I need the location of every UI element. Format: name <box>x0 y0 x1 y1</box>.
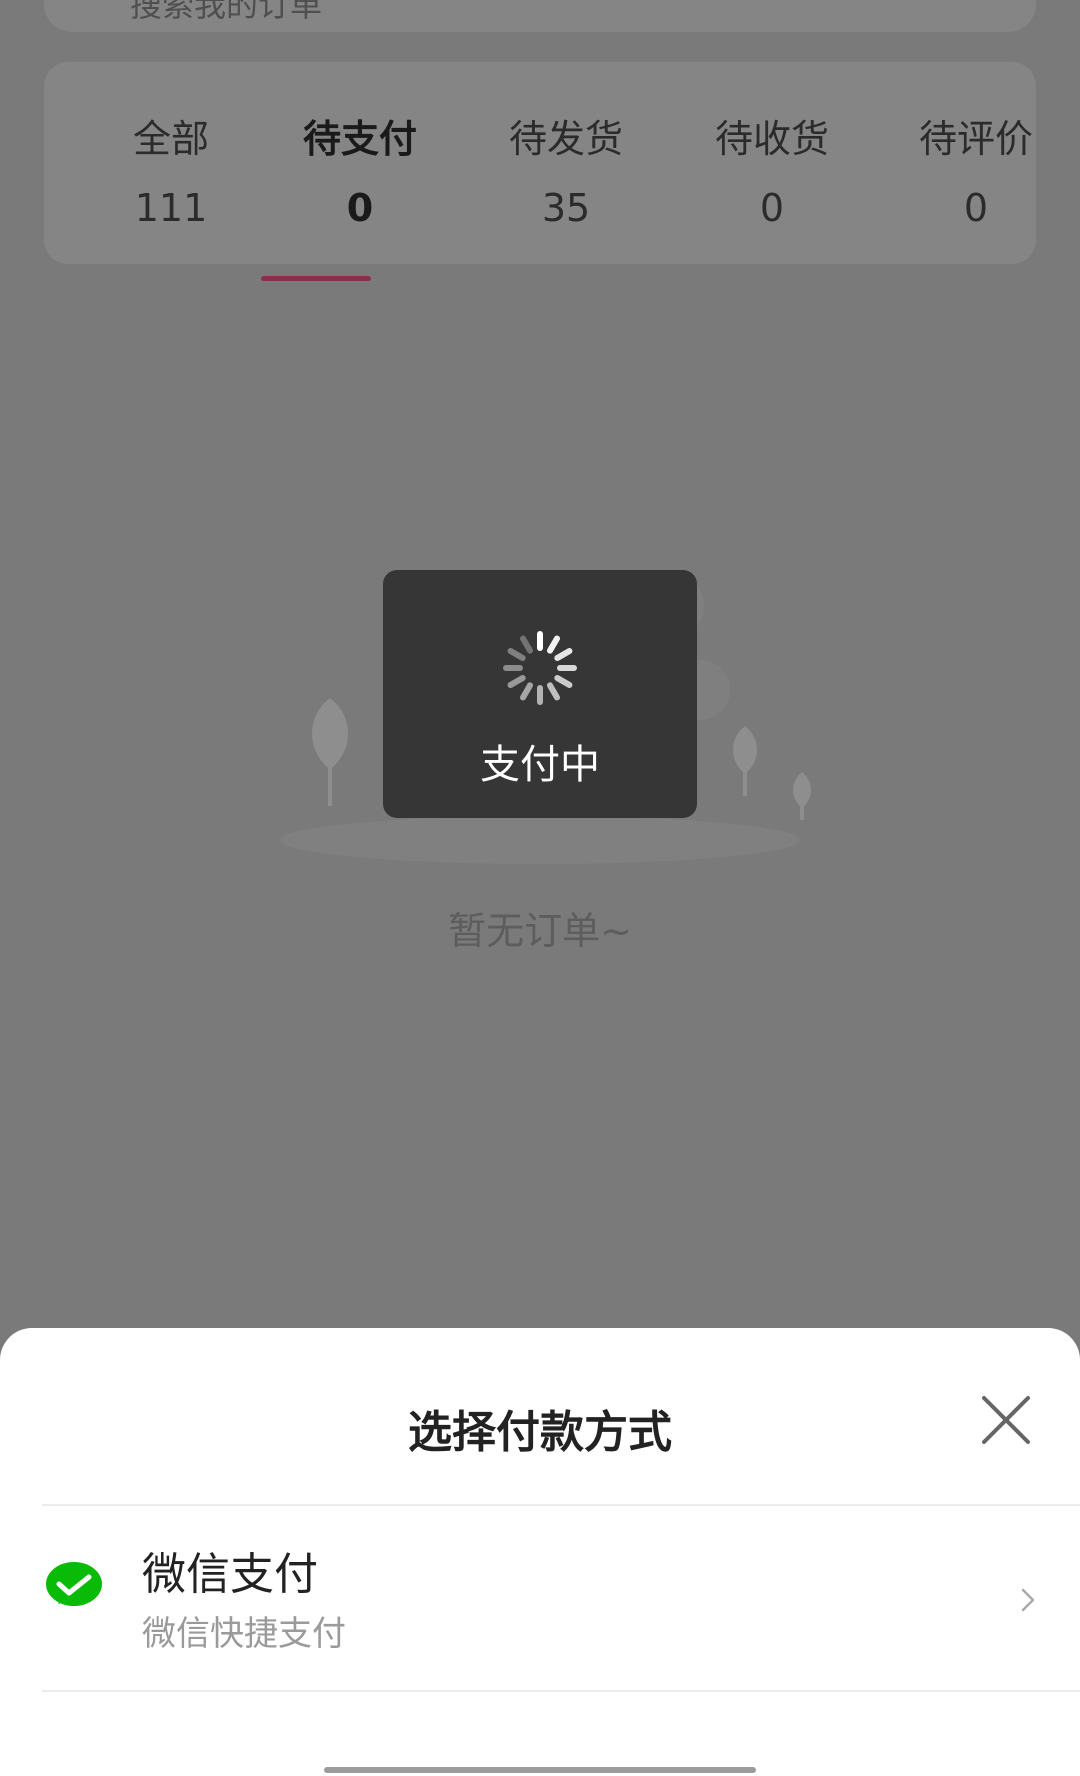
tab-pending-review[interactable]: 待评价 0 <box>886 62 1066 264</box>
divider <box>42 1504 1080 1506</box>
active-tab-indicator <box>261 276 371 281</box>
tab-all[interactable]: 全部 111 <box>81 62 261 264</box>
home-indicator[interactable] <box>324 1767 756 1773</box>
wechat-pay-option[interactable]: 微信支付 微信快捷支付 <box>0 1508 1080 1692</box>
empty-state-text: 暂无订单~ <box>448 909 632 953</box>
tab-pending-shipment[interactable]: 待发货 35 <box>476 62 656 264</box>
tab-label: 待支付 <box>302 117 417 161</box>
wechat-pay-icon <box>46 1562 102 1606</box>
tab-label: 待收货 <box>714 117 829 161</box>
search-placeholder: 搜索我的订单 <box>130 0 323 24</box>
option-subtitle: 微信快捷支付 <box>142 1614 346 1654</box>
sheet-title: 选择付款方式 <box>408 1407 672 1458</box>
tab-label: 待评价 <box>918 117 1033 161</box>
toast-text: 支付中 <box>480 742 600 788</box>
tab-pending-receipt[interactable]: 待收货 0 <box>682 62 862 264</box>
tab-count: 0 <box>963 186 989 230</box>
divider <box>42 1690 1080 1692</box>
tab-label: 全部 <box>132 117 209 161</box>
order-status-tabs: 全部 111 待支付 0 待发货 35 待收货 0 待评价 0 <box>44 62 1036 264</box>
payment-method-sheet: 选择付款方式 微信支付 微信快捷支付 <box>0 1328 1080 1776</box>
option-title: 微信支付 <box>142 1549 318 1600</box>
chevron-right-icon <box>1021 1588 1035 1612</box>
tab-count: 111 <box>134 186 208 230</box>
tab-label: 待发货 <box>508 117 623 161</box>
close-icon[interactable] <box>974 1388 1038 1452</box>
tab-pending-payment[interactable]: 待支付 0 <box>270 62 450 264</box>
paying-toast: 支付中 <box>383 570 697 818</box>
search-bar[interactable]: 搜索我的订单 <box>44 0 1036 32</box>
tab-count: 0 <box>346 186 374 230</box>
spinner-icon <box>503 631 577 705</box>
tab-count: 0 <box>759 186 785 230</box>
tab-count: 35 <box>541 186 591 230</box>
